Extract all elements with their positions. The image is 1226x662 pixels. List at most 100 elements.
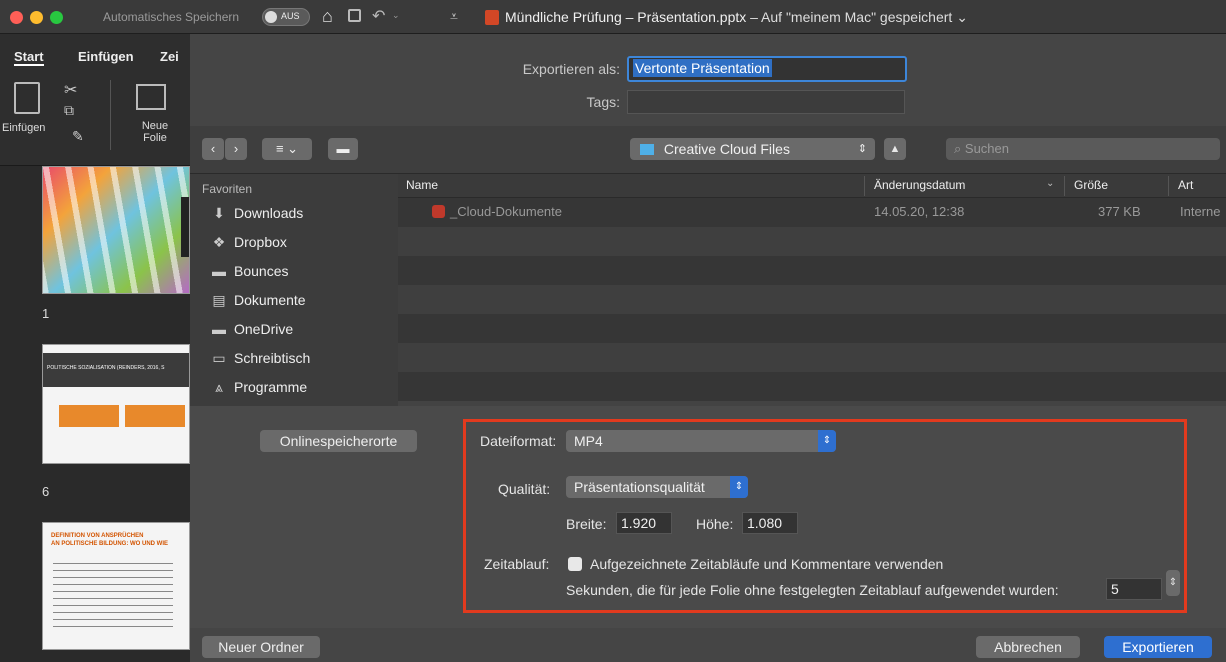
height-label: Höhe: bbox=[696, 516, 734, 532]
file-list-header: Name Änderungsdatum ⌄ Größe Art bbox=[398, 174, 1226, 198]
table-row[interactable]: _Cloud-Dokumente 14.05.20, 12:38 377 KB … bbox=[398, 198, 1226, 227]
list-item bbox=[398, 285, 1226, 314]
sidebar-item-label: Bounces bbox=[234, 263, 289, 279]
sidebar-item-bounces[interactable]: ▬ Bounces bbox=[210, 258, 395, 284]
slide-thumbnail-1[interactable] bbox=[42, 166, 190, 294]
location-value: Creative Cloud Files bbox=[663, 141, 790, 157]
height-input[interactable]: 1.080 bbox=[742, 512, 798, 534]
paste-icon[interactable] bbox=[14, 82, 40, 114]
chevron-down-icon: ⌄ bbox=[956, 9, 968, 25]
chevron-left-icon: ‹ bbox=[210, 141, 216, 156]
timing-checkbox[interactable] bbox=[568, 557, 582, 571]
sidebar-item-label: Downloads bbox=[234, 205, 304, 221]
document-title[interactable]: Mündliche Prüfung – Präsentation.pptx – … bbox=[505, 9, 968, 26]
copy-icon[interactable]: ⧉ bbox=[64, 102, 74, 119]
tags-input[interactable] bbox=[627, 90, 905, 114]
minimize-window-button[interactable] bbox=[30, 11, 43, 24]
file-name-cell: _Cloud-Dokumente bbox=[450, 204, 563, 219]
collapse-button[interactable]: ▲ bbox=[884, 138, 906, 160]
sidebar-item-dokumente[interactable]: ▤ Dokumente bbox=[210, 287, 395, 313]
sort-chevron-icon: ⌄ bbox=[1046, 178, 1055, 189]
slide-def-title-1: DEFINITION VON ANSPRÜCHEN bbox=[51, 533, 144, 539]
sidebar-item-programme[interactable]: ⩓ Programme bbox=[210, 374, 395, 400]
sidebar-item-label: OneDrive bbox=[234, 321, 294, 337]
format-value: MP4 bbox=[574, 433, 603, 449]
file-kind-cell: Interne bbox=[1180, 204, 1221, 219]
column-name[interactable]: Name bbox=[406, 178, 438, 192]
powerpoint-file-icon bbox=[485, 10, 499, 25]
updown-chevron-icon: ⇕ bbox=[730, 476, 748, 498]
autosave-toggle[interactable]: AUS bbox=[262, 8, 310, 26]
export-options-panel: Onlinespeicherorte Dateiformat: MP4 ⇕ Qu… bbox=[190, 406, 1226, 628]
undo-dropdown-icon[interactable]: ⌄ bbox=[392, 10, 400, 21]
format-select[interactable]: MP4 ⇕ bbox=[566, 430, 836, 452]
quality-select[interactable]: Präsentationsqualität ⇕ bbox=[566, 476, 748, 498]
forward-button[interactable]: › bbox=[225, 138, 247, 160]
slide-number: 6 bbox=[42, 484, 50, 499]
close-window-button[interactable] bbox=[10, 11, 23, 24]
chevron-right-icon: › bbox=[233, 141, 239, 156]
location-select[interactable]: Creative Cloud Files ⇕ bbox=[630, 138, 875, 160]
export-dialog: Exportieren als: Vertonte Präsentation T… bbox=[190, 34, 1226, 662]
file-size-cell: 377 KB bbox=[1098, 204, 1141, 219]
sidebar-item-label: Schreibtisch bbox=[234, 350, 311, 366]
tab-insert[interactable]: Einfügen bbox=[78, 49, 134, 64]
search-input[interactable]: ⌕ Suchen bbox=[946, 138, 1220, 160]
slide-number: 1 bbox=[42, 306, 50, 321]
sidebar-item-label: Dropbox bbox=[234, 234, 287, 250]
back-button[interactable]: ‹ bbox=[202, 138, 224, 160]
autosave-label: Automatisches Speichern bbox=[103, 10, 240, 24]
sidebar-item-dropbox[interactable]: ❖ Dropbox bbox=[210, 229, 395, 255]
sidebar-item-downloads[interactable]: ⬇ Downloads bbox=[210, 200, 395, 226]
file-list: _Cloud-Dokumente 14.05.20, 12:38 377 KB … bbox=[398, 198, 1226, 406]
slide-thumbnail-6[interactable]: POLITISCHE SOZIALISATION (REINDERS, 2016… bbox=[42, 344, 190, 464]
folder-action-button[interactable]: ▬ bbox=[328, 138, 358, 160]
new-slide-icon[interactable] bbox=[136, 84, 166, 110]
desktop-icon: ▭ bbox=[212, 350, 226, 366]
creative-cloud-icon bbox=[432, 205, 445, 218]
folder-icon: ▬ bbox=[336, 141, 350, 156]
zoom-window-button[interactable] bbox=[50, 11, 63, 24]
column-divider bbox=[1064, 176, 1065, 196]
save-status: – Auf "meinem Mac" gespeichert bbox=[750, 9, 953, 25]
export-as-input[interactable]: Vertonte Präsentation bbox=[627, 56, 907, 82]
updown-chevron-icon: ⇕ bbox=[1168, 577, 1178, 588]
view-options-button[interactable]: ≡ ⌄ bbox=[262, 138, 312, 160]
undo-icon[interactable]: ↶ bbox=[372, 6, 385, 26]
width-input[interactable]: 1.920 bbox=[616, 512, 672, 534]
search-placeholder: Suchen bbox=[964, 141, 1009, 156]
sidebar-item-onedrive[interactable]: ▬ OneDrive bbox=[210, 316, 395, 342]
customize-toolbar-icon[interactable]: ⩡ bbox=[450, 8, 458, 25]
column-date[interactable]: Änderungsdatum bbox=[874, 178, 965, 192]
sidebar-item-schreibtisch[interactable]: ▭ Schreibtisch bbox=[210, 345, 395, 371]
slide-thumbnail-next[interactable]: DEFINITION VON ANSPRÜCHEN AN POLITISCHE … bbox=[42, 522, 190, 650]
download-icon: ⬇ bbox=[213, 205, 225, 221]
ribbon-body: ✂ ⧉ ✎ Einfügen Neue Folie bbox=[0, 74, 190, 166]
online-locations-button[interactable]: Onlinespeicherorte bbox=[260, 430, 417, 452]
cancel-button[interactable]: Abbrechen bbox=[976, 636, 1080, 658]
new-folder-button[interactable]: Neuer Ordner bbox=[202, 636, 320, 658]
new-slide-label: Neue Folie bbox=[141, 120, 169, 144]
seconds-input[interactable]: 5 bbox=[1106, 578, 1162, 600]
tab-start[interactable]: Start bbox=[14, 49, 44, 66]
column-kind[interactable]: Art bbox=[1178, 178, 1193, 192]
width-label: Breite: bbox=[566, 516, 607, 532]
home-icon[interactable]: ⌂ bbox=[322, 6, 333, 27]
cut-icon[interactable]: ✂ bbox=[64, 80, 77, 100]
column-size[interactable]: Größe bbox=[1074, 178, 1108, 192]
save-icon[interactable] bbox=[348, 9, 361, 22]
search-icon: ⌕ bbox=[954, 141, 962, 156]
list-item bbox=[398, 256, 1226, 285]
seconds-label: Sekunden, die für jede Folie ohne festge… bbox=[566, 582, 1059, 598]
list-item bbox=[398, 372, 1226, 401]
timing-label: Zeitablauf: bbox=[484, 556, 550, 572]
export-button[interactable]: Exportieren bbox=[1104, 636, 1212, 658]
slide-def-title-2: AN POLITISCHE BILDUNG: WO UND WIE bbox=[51, 541, 168, 547]
tab-draw[interactable]: Zei bbox=[160, 49, 179, 64]
favorites-sidebar: Favoriten ⬇ Downloads ❖ Dropbox ▬ Bounces ▤… bbox=[190, 174, 398, 406]
updown-chevron-icon: ⇕ bbox=[818, 430, 836, 452]
format-painter-icon[interactable]: ✎ bbox=[72, 128, 84, 145]
ribbon-divider bbox=[110, 80, 111, 150]
autosave-toggle-label: AUS bbox=[281, 11, 300, 21]
seconds-stepper[interactable]: ⇕ bbox=[1166, 570, 1180, 596]
